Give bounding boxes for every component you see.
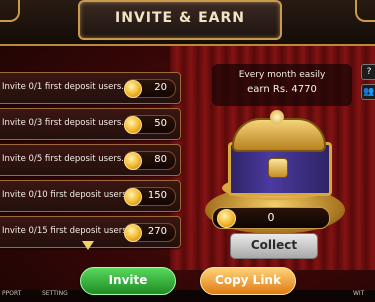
invite-earn-screen: INVITE & EARN ? 👥 Invite 0/1 first depos…: [0, 0, 375, 302]
task-row-1: Invite 0/1 first deposit users. 20: [0, 72, 181, 104]
task-label: Invite 0/1 first deposit users.: [2, 82, 124, 92]
coin-icon: [124, 80, 142, 98]
task-label: Invite 0/3 first deposit users.: [2, 118, 124, 128]
collect-button[interactable]: Collect: [230, 233, 318, 259]
task-label: Invite 0/10 first deposit users.: [2, 190, 130, 200]
reward-value: 270: [147, 226, 167, 237]
task-row-4: Invite 0/10 first deposit users. 150: [0, 180, 181, 212]
task-label: Invite 0/5 first deposit users.: [2, 154, 124, 164]
counter-value: 0: [267, 211, 275, 224]
help-icon[interactable]: ?: [361, 64, 375, 80]
chest-lock-icon: [268, 158, 288, 178]
coin-icon: [124, 224, 142, 242]
invite-task-list: Invite 0/1 first deposit users. 20 Invit…: [0, 72, 181, 248]
task-row-2: Invite 0/3 first deposit users. 50: [0, 108, 181, 140]
side-icons: ? 👥: [361, 64, 375, 100]
info-line-1: Every month easily: [238, 70, 326, 80]
reward-value: 20: [154, 82, 167, 93]
nav-support[interactable]: PPORT: [2, 290, 21, 297]
scroll-down-icon[interactable]: [82, 241, 94, 250]
reward-pill: 270: [124, 223, 176, 242]
collect-label: Collect: [250, 238, 298, 252]
coin-icon: [124, 116, 142, 134]
reward-value: 150: [147, 190, 167, 201]
invite-label: Invite: [108, 273, 148, 287]
frame-corner-right: [355, 0, 375, 22]
task-row-3: Invite 0/5 first deposit users. 80: [0, 144, 181, 176]
reward-pill: 20: [124, 79, 176, 98]
copy-link-button[interactable]: Copy Link: [200, 267, 296, 295]
reward-value: 50: [154, 118, 167, 129]
team-icon[interactable]: 👥: [361, 84, 375, 100]
reward-value: 80: [154, 154, 167, 165]
reward-pill: 50: [124, 115, 176, 134]
info-line-2: earn Rs. 4770: [247, 84, 317, 95]
nav-withdraw[interactable]: WIT: [353, 290, 364, 297]
reward-pill: 150: [124, 187, 176, 206]
title-plate: INVITE & EARN: [78, 0, 282, 40]
coin-icon: [124, 152, 142, 170]
nav-setting[interactable]: SETTING: [42, 290, 68, 297]
frame-corner-left: [0, 0, 20, 22]
reward-counter: 0: [212, 207, 330, 229]
chest-ornament: [270, 110, 284, 124]
monthly-earn-banner: Every month easily earn Rs. 4770: [212, 64, 352, 106]
page-title: INVITE & EARN: [115, 10, 245, 26]
reward-pill: 80: [124, 151, 176, 170]
top-frame: INVITE & EARN: [0, 0, 375, 46]
coin-icon: [124, 188, 142, 206]
task-label: Invite 0/15 first deposit users.: [2, 226, 130, 236]
invite-button[interactable]: Invite: [80, 267, 176, 295]
copy-link-label: Copy Link: [215, 273, 281, 287]
